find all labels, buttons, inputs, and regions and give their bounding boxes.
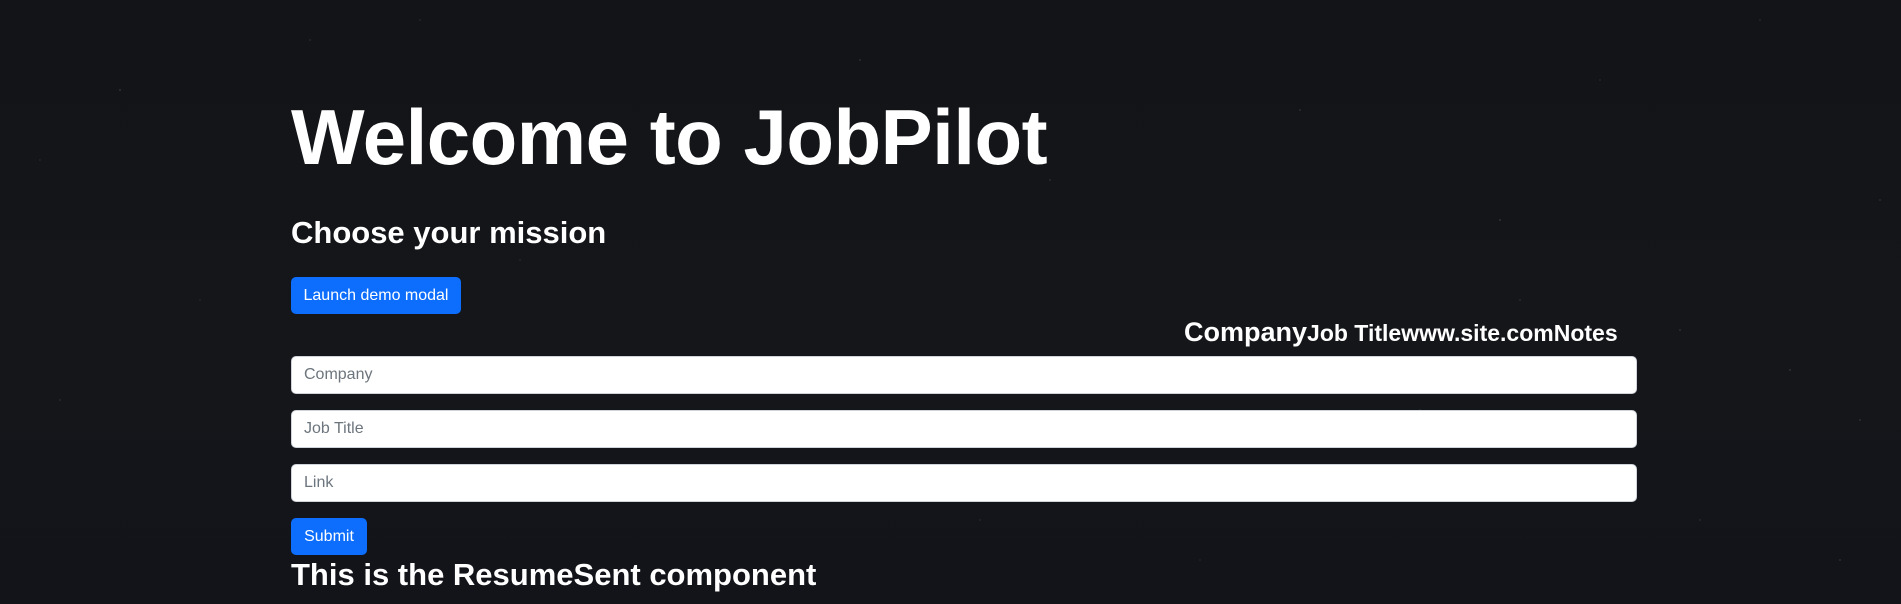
job-title-input[interactable] — [291, 410, 1637, 448]
launch-demo-modal-button[interactable]: Launch demo modal — [291, 277, 461, 314]
resume-sent-heading: This is the ResumeSent component — [291, 557, 817, 592]
page-subtitle: Choose your mission — [291, 215, 607, 250]
header-notes: Notes — [1553, 320, 1618, 346]
submit-button[interactable]: Submit — [291, 518, 367, 555]
page-title: Welcome to JobPilot — [291, 93, 1048, 181]
link-input[interactable] — [291, 464, 1637, 502]
job-table-header: Company Job Title www.site.com Notes — [1184, 317, 1618, 348]
company-input[interactable] — [291, 356, 1637, 394]
header-company: Company — [1184, 317, 1308, 347]
main-container: Welcome to JobPilot Choose your mission … — [291, 0, 1637, 604]
header-job-title: Job Title — [1307, 320, 1402, 346]
header-link: www.site.com — [1401, 320, 1554, 346]
